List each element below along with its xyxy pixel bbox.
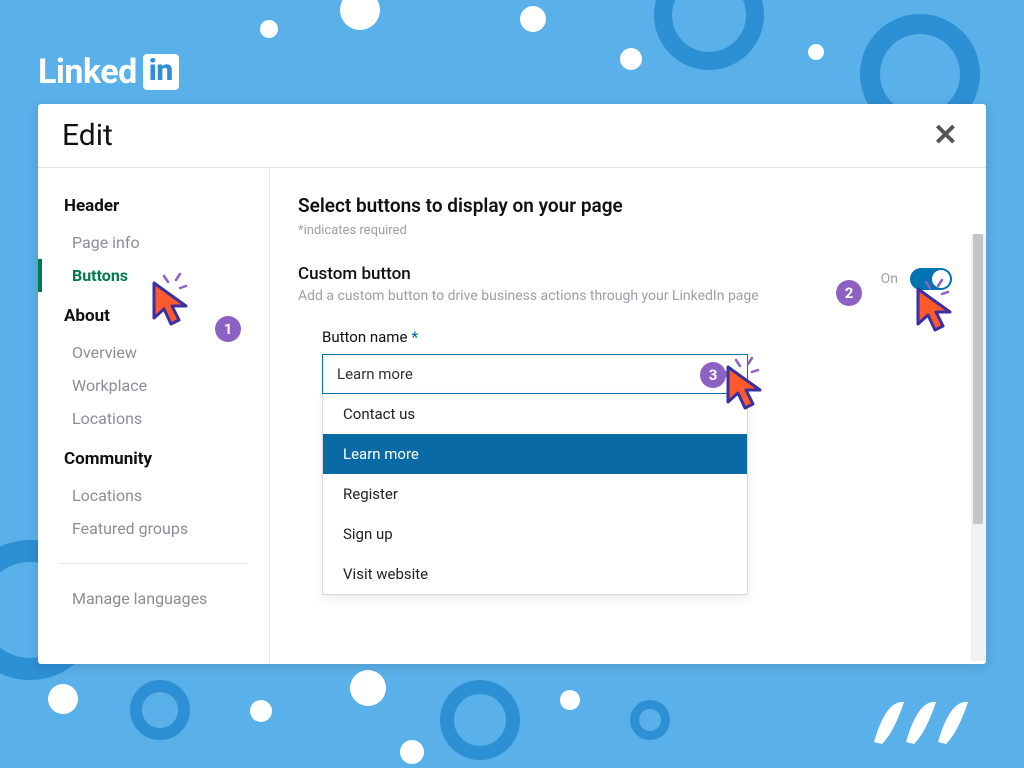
close-icon[interactable]: ✕ (933, 121, 958, 151)
sidebar: Header Page info Buttons About Overview … (38, 168, 270, 664)
button-name-select[interactable]: Learn more (322, 354, 748, 394)
main-heading: Select buttons to display on your page (298, 194, 952, 217)
sidebar-divider (60, 563, 247, 564)
dropdown-option-visit-website[interactable]: Visit website (323, 554, 747, 594)
bg-dot (48, 684, 78, 714)
sidebar-item-featured-groups[interactable]: Featured groups (38, 512, 269, 545)
dropdown-option-learn-more[interactable]: Learn more (323, 434, 747, 474)
bg-dot (520, 6, 546, 32)
brand-word: Linked (38, 52, 137, 92)
bg-ring (440, 680, 520, 760)
bg-ring (630, 700, 670, 740)
bg-dot (340, 0, 380, 30)
sidebar-item-manage-languages[interactable]: Manage languages (38, 582, 269, 615)
bg-dot (808, 44, 824, 60)
annotation-badge-3: 3 (700, 362, 726, 388)
bg-dot (250, 700, 272, 722)
bg-ring (130, 680, 190, 740)
sidebar-section-community: Community (38, 445, 269, 479)
bg-ring (654, 0, 764, 70)
sidebar-item-overview[interactable]: Overview (38, 336, 269, 369)
toggle-label: On (881, 271, 898, 287)
scrollbar[interactable] (971, 234, 985, 661)
edit-modal: Edit ✕ Header Page info Buttons About Ov… (38, 104, 986, 664)
sidebar-item-page-info[interactable]: Page info (38, 226, 269, 259)
bg-dot (350, 670, 386, 706)
required-hint: *indicates required (298, 223, 952, 238)
waves-logo-icon (864, 692, 994, 752)
bg-dot (260, 20, 278, 38)
required-star-icon: * (411, 328, 418, 346)
modal-body: Header Page info Buttons About Overview … (38, 168, 986, 664)
modal-title: Edit (62, 118, 113, 153)
sidebar-item-locations-2[interactable]: Locations (38, 479, 269, 512)
button-name-label: Button name * (322, 328, 952, 346)
bg-dot (400, 740, 424, 764)
custom-button-subtitle: Add a custom button to drive business ac… (298, 288, 818, 304)
annotation-badge-2: 2 (836, 280, 862, 306)
main-content: Select buttons to display on your page *… (270, 168, 986, 664)
button-name-dropdown: Contact us Learn more Register Sign up V… (322, 394, 748, 595)
sidebar-item-workplace[interactable]: Workplace (38, 369, 269, 402)
scrollbar-thumb[interactable] (973, 234, 983, 524)
cursor-pointer-icon (914, 286, 960, 338)
sidebar-item-locations[interactable]: Locations (38, 402, 269, 435)
annotation-badge-1: 1 (215, 316, 241, 342)
dropdown-option-register[interactable]: Register (323, 474, 747, 514)
button-name-label-text: Button name (322, 328, 407, 346)
sidebar-section-header: Header (38, 192, 269, 226)
bg-dot (560, 690, 580, 710)
cursor-pointer-icon (150, 280, 196, 332)
bg-dot (620, 48, 642, 70)
button-name-selected-value: Learn more (337, 365, 413, 383)
dropdown-option-contact-us[interactable]: Contact us (323, 394, 747, 434)
dropdown-option-sign-up[interactable]: Sign up (323, 514, 747, 554)
linkedin-logo: Linked in (38, 52, 179, 92)
brand-in-box: in (143, 54, 179, 90)
modal-header: Edit ✕ (38, 104, 986, 168)
cursor-pointer-icon (724, 364, 770, 416)
